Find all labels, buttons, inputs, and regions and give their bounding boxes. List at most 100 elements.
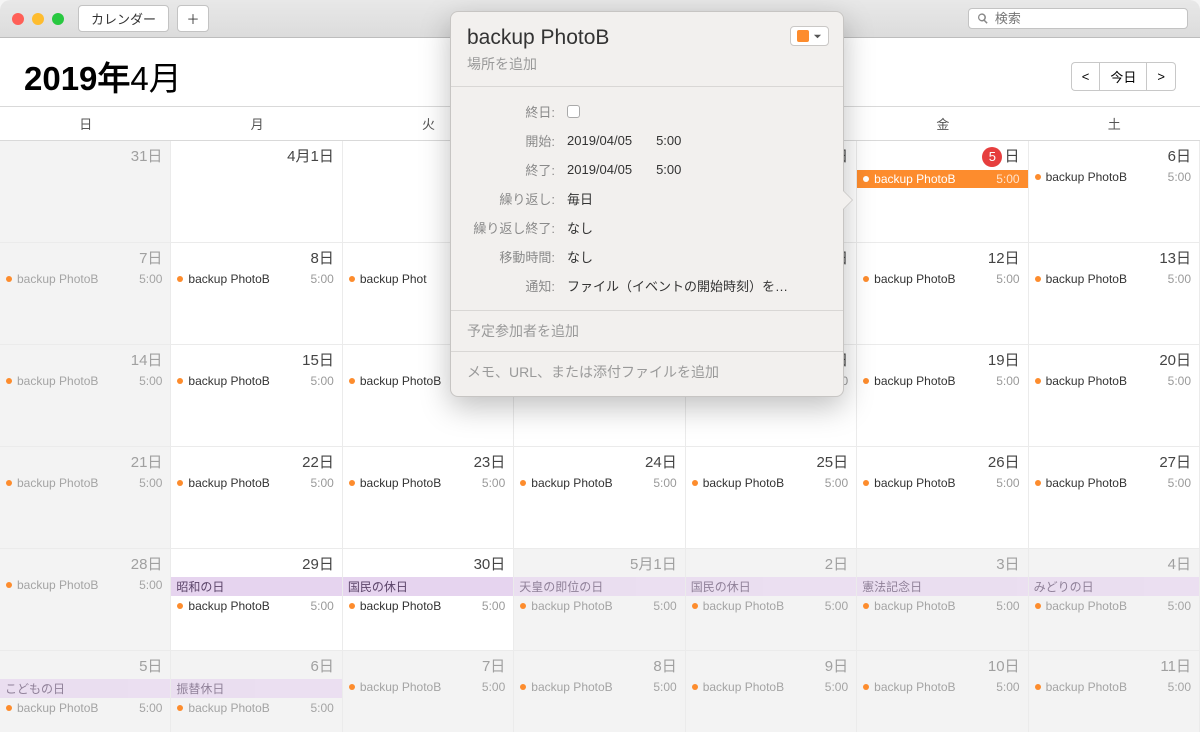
day-cell[interactable]: 6日backup PhotoB5:00	[1029, 141, 1200, 243]
calendar-event[interactable]: backup PhotoB5:00	[6, 475, 162, 491]
calendar-event[interactable]: backup PhotoB5:00	[520, 598, 676, 614]
calendar-event[interactable]: backup PhotoB5:00	[863, 475, 1019, 491]
calendar-event[interactable]: backup PhotoB5:00	[349, 475, 505, 491]
calendar-event[interactable]: backup PhotoB5:00	[1035, 271, 1191, 287]
event-location-field[interactable]: 場所を追加	[467, 54, 827, 74]
start-time-field[interactable]: 5:00	[656, 133, 681, 148]
day-cell[interactable]: 5 日backup PhotoB5:00	[857, 141, 1028, 243]
calendar-event[interactable]: backup PhotoB5:00	[1035, 679, 1191, 695]
calendar-event[interactable]: backup PhotoB5:00	[1035, 373, 1191, 389]
holiday-event[interactable]: こどもの日	[0, 679, 170, 698]
calendar-event[interactable]: backup PhotoB5:00	[177, 271, 333, 287]
day-cell[interactable]: 7日backup PhotoB5:00	[343, 651, 514, 732]
prev-month-button[interactable]: <	[1071, 62, 1100, 91]
calendar-event[interactable]: backup PhotoB5:00	[692, 475, 848, 491]
day-cell[interactable]: 4月1日	[171, 141, 342, 243]
event-title-field[interactable]: backup PhotoB	[467, 26, 827, 50]
day-cell[interactable]: 5日こどもの日backup PhotoB5:00	[0, 651, 171, 732]
search-input[interactable]	[995, 11, 1179, 26]
calendar-event[interactable]: backup PhotoB5:00	[863, 373, 1019, 389]
day-cell[interactable]: 11日backup PhotoB5:00	[1029, 651, 1200, 732]
next-month-button[interactable]: >	[1147, 62, 1176, 91]
end-time-field[interactable]: 5:00	[656, 162, 681, 177]
holiday-event[interactable]: 国民の休日	[343, 577, 513, 596]
day-cell[interactable]: 6日振替休日backup PhotoB5:00	[171, 651, 342, 732]
day-cell[interactable]: 30日国民の休日backup PhotoB5:00	[343, 549, 514, 651]
day-cell[interactable]: 7日backup PhotoB5:00	[0, 243, 171, 345]
calendar-event[interactable]: backup PhotoB5:00	[6, 373, 162, 389]
calendar-event[interactable]: backup PhotoB5:00	[6, 577, 162, 593]
calendar-event[interactable]: backup PhotoB5:00	[1035, 475, 1191, 491]
day-cell[interactable]: 2日国民の休日backup PhotoB5:00	[686, 549, 857, 651]
add-event-button[interactable]: ＋	[177, 5, 209, 32]
today-button[interactable]: 今日	[1099, 62, 1147, 91]
calendar-event[interactable]: backup PhotoB5:00	[863, 598, 1019, 614]
holiday-event[interactable]: みどりの日	[1029, 577, 1199, 596]
holiday-event[interactable]: 昭和の日	[171, 577, 341, 596]
zoom-window-button[interactable]	[52, 13, 64, 25]
day-cell[interactable]: 25日backup PhotoB5:00	[686, 447, 857, 549]
repeat-field[interactable]: 毎日	[567, 189, 593, 208]
day-cell[interactable]: 5月1日天皇の即位の日backup PhotoB5:00	[514, 549, 685, 651]
day-cell[interactable]: 21日backup PhotoB5:00	[0, 447, 171, 549]
calendar-color-picker[interactable]	[790, 26, 829, 46]
calendar-event[interactable]: backup PhotoB5:00	[863, 679, 1019, 695]
calendar-event[interactable]: backup PhotoB5:00	[520, 679, 676, 695]
calendar-event[interactable]: backup PhotoB5:00	[177, 475, 333, 491]
day-cell[interactable]: 4日みどりの日backup PhotoB5:00	[1029, 549, 1200, 651]
calendar-event[interactable]: backup PhotoB5:00	[177, 373, 333, 389]
day-cell[interactable]: 9日backup PhotoB5:00	[686, 651, 857, 732]
day-cell[interactable]: 22日backup PhotoB5:00	[171, 447, 342, 549]
day-cell[interactable]: 20日backup PhotoB5:00	[1029, 345, 1200, 447]
calendar-event[interactable]: backup PhotoB5:00	[692, 598, 848, 614]
day-cell[interactable]: 19日backup PhotoB5:00	[857, 345, 1028, 447]
calendar-event[interactable]: backup PhotoB5:00	[1035, 598, 1191, 614]
day-cell[interactable]: 12日backup PhotoB5:00	[857, 243, 1028, 345]
holiday-event[interactable]: 天皇の即位の日	[514, 577, 684, 596]
day-cell[interactable]: 23日backup PhotoB5:00	[343, 447, 514, 549]
holiday-event[interactable]: 振替休日	[171, 679, 341, 698]
calendar-event[interactable]: backup PhotoB5:00	[6, 271, 162, 287]
allday-checkbox[interactable]	[567, 105, 580, 118]
day-cell[interactable]: 15日backup PhotoB5:00	[171, 345, 342, 447]
alert-field[interactable]: ファイル（イベントの開始時刻）を…	[567, 276, 788, 295]
calendar-event[interactable]: backup PhotoB5:00	[857, 170, 1027, 188]
calendar-window: カレンダー ＋ 2019年4月 < 今日 > 日月火水木金土 31日4月1日2日…	[0, 0, 1200, 732]
event-time: 5:00	[825, 599, 848, 613]
calendars-button[interactable]: カレンダー	[78, 5, 169, 32]
day-cell[interactable]: 24日backup PhotoB5:00	[514, 447, 685, 549]
calendar-event[interactable]: backup PhotoB5:00	[349, 679, 505, 695]
travel-field[interactable]: なし	[567, 247, 593, 266]
search-field[interactable]	[968, 8, 1188, 29]
repeat-end-field[interactable]: なし	[567, 218, 593, 237]
day-cell[interactable]: 29日昭和の日backup PhotoB5:00	[171, 549, 342, 651]
holiday-event[interactable]: 憲法記念日	[857, 577, 1027, 596]
calendar-event[interactable]: backup PhotoB5:00	[863, 271, 1019, 287]
close-window-button[interactable]	[12, 13, 24, 25]
day-cell[interactable]: 8日backup PhotoB5:00	[171, 243, 342, 345]
calendar-event[interactable]: backup PhotoB5:00	[692, 679, 848, 695]
day-cell[interactable]: 3日憲法記念日backup PhotoB5:00	[857, 549, 1028, 651]
calendar-event[interactable]: backup PhotoB5:00	[1035, 169, 1191, 185]
day-cell[interactable]: 10日backup PhotoB5:00	[857, 651, 1028, 732]
calendar-event[interactable]: backup PhotoB5:00	[349, 598, 505, 614]
start-date-field[interactable]: 2019/04/05	[567, 133, 632, 148]
weekday-header: 土	[1029, 107, 1200, 141]
day-cell[interactable]: 8日backup PhotoB5:00	[514, 651, 685, 732]
minimize-window-button[interactable]	[32, 13, 44, 25]
holiday-event[interactable]: 国民の休日	[686, 577, 856, 596]
attendees-field[interactable]: 予定参加者を追加	[451, 311, 843, 352]
day-cell[interactable]: 31日	[0, 141, 171, 243]
day-cell[interactable]: 26日backup PhotoB5:00	[857, 447, 1028, 549]
calendar-event[interactable]: backup PhotoB5:00	[6, 700, 162, 716]
calendar-event[interactable]: backup PhotoB5:00	[177, 700, 333, 716]
day-cell[interactable]: 14日backup PhotoB5:00	[0, 345, 171, 447]
event-time: 5:00	[653, 599, 676, 613]
calendar-event[interactable]: backup PhotoB5:00	[520, 475, 676, 491]
day-cell[interactable]: 28日backup PhotoB5:00	[0, 549, 171, 651]
notes-field[interactable]: メモ、URL、または添付ファイルを追加	[451, 352, 843, 396]
calendar-event[interactable]: backup PhotoB5:00	[177, 598, 333, 614]
end-date-field[interactable]: 2019/04/05	[567, 162, 632, 177]
day-cell[interactable]: 13日backup PhotoB5:00	[1029, 243, 1200, 345]
day-cell[interactable]: 27日backup PhotoB5:00	[1029, 447, 1200, 549]
